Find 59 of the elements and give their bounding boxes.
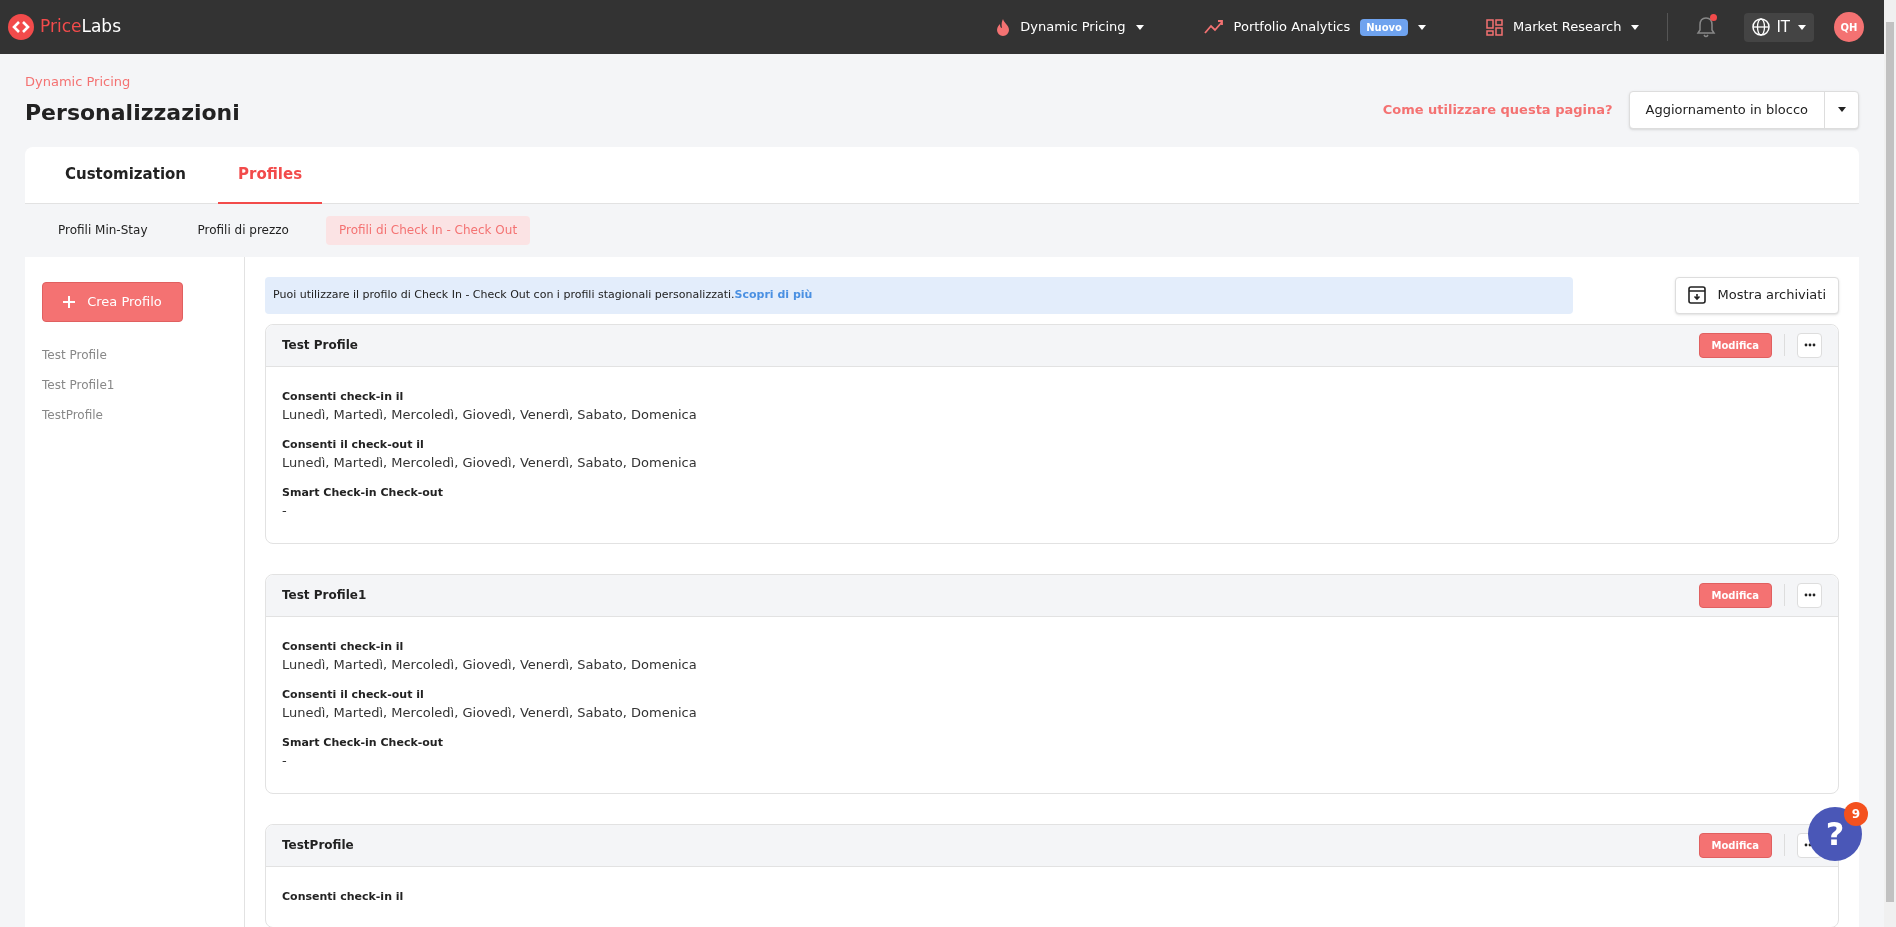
profile-name: Test Profile1 xyxy=(282,587,367,604)
edit-button[interactable]: Modifica xyxy=(1698,832,1772,858)
show-archived-button[interactable]: Mostra archiviati xyxy=(1674,276,1839,314)
dashboard-icon xyxy=(1485,18,1503,36)
subtab[interactable]: Profili di prezzo xyxy=(184,215,302,245)
user-avatar[interactable]: QH xyxy=(1834,12,1864,42)
scrollbar[interactable] xyxy=(1884,0,1896,927)
field-label: Smart Check-in Check-out xyxy=(282,484,444,501)
learn-more-link[interactable]: Scopri di più xyxy=(734,287,813,301)
notification-badge: 9 xyxy=(1844,802,1868,826)
field-label: Consenti check-in il xyxy=(282,388,405,405)
caret-icon[interactable] xyxy=(1631,24,1640,30)
plus-icon xyxy=(63,295,76,308)
profile-list-item[interactable]: Test Profile xyxy=(42,345,244,364)
profile-list-item[interactable]: Test Profile1 xyxy=(42,375,244,394)
ellipsis-icon xyxy=(1803,593,1816,597)
flame-icon xyxy=(996,18,1011,36)
field-label: Smart Check-in Check-out xyxy=(282,734,444,751)
field-value: - xyxy=(282,752,288,770)
globe-icon xyxy=(1752,18,1771,36)
caret-icon[interactable] xyxy=(1135,24,1144,30)
nav-menu-link[interactable]: Portfolio Analytics xyxy=(1233,17,1351,37)
subtab[interactable]: Profili di Check In - Check Out xyxy=(325,215,531,245)
archive-icon xyxy=(1687,286,1706,304)
new-badge: Nuovo xyxy=(1360,18,1408,36)
tab[interactable]: Customization xyxy=(45,146,206,203)
profile-name: Test Profile xyxy=(282,337,358,354)
help-link[interactable]: Come utilizzare questa pagina? xyxy=(1382,99,1613,120)
logo-text: PriceLabs xyxy=(40,15,122,39)
bulk-update-label[interactable]: Aggiornamento in blocco xyxy=(1629,99,1824,120)
create-profile-button[interactable]: Crea Profilo xyxy=(42,281,183,322)
trend-icon xyxy=(1203,19,1224,35)
field-value: Lunedì, Martedì, Mercoledì, Giovedì, Venerdì, Sabato, Domenica xyxy=(282,704,698,722)
field-value: - xyxy=(282,502,288,520)
field-value: Lunedì, Martedì, Mercoledì, Giovedì, Venerdì, Sabato, Domenica xyxy=(282,406,698,424)
edit-button[interactable]: Modifica xyxy=(1698,332,1772,358)
nav-menu-link[interactable]: Market Research xyxy=(1512,17,1622,37)
field-value: Lunedì, Martedì, Mercoledì, Giovedì, Venerdì, Sabato, Domenica xyxy=(282,656,698,674)
edit-button[interactable]: Modifica xyxy=(1698,582,1772,608)
nav-menu-link[interactable]: Dynamic Pricing xyxy=(1020,17,1126,37)
field-label: Consenti il check-out il xyxy=(282,686,425,703)
field-label: Consenti check-in il xyxy=(282,638,405,655)
page-title: Personalizzazioni xyxy=(25,98,240,127)
field-label: Consenti check-in il xyxy=(282,888,405,905)
language-button[interactable]: IT xyxy=(1744,12,1814,42)
caret-icon[interactable] xyxy=(1417,24,1426,30)
profile-list-item[interactable]: TestProfile xyxy=(42,405,244,424)
logo-icon xyxy=(8,14,34,40)
bell-icon[interactable] xyxy=(1696,16,1717,38)
subtab[interactable]: Profili Min-Stay xyxy=(45,215,161,245)
profile-name: TestProfile xyxy=(282,837,354,854)
field-value: Lunedì, Martedì, Mercoledì, Giovedì, Venerdì, Sabato, Domenica xyxy=(282,454,698,472)
info-text: Puoi utilizzare il profilo di Check In - Check Out con i profili stagionali personalizzati.Scopri di più xyxy=(273,286,813,303)
bulk-update-split-button[interactable]: Aggiornamento in blocco xyxy=(1628,90,1859,129)
breadcrumb-link[interactable]: Dynamic Pricing xyxy=(25,72,240,92)
caret-icon[interactable] xyxy=(1837,107,1846,112)
field-label: Consenti il check-out il xyxy=(282,436,425,453)
caret-icon xyxy=(1798,24,1806,30)
ellipsis-icon xyxy=(1803,343,1816,347)
